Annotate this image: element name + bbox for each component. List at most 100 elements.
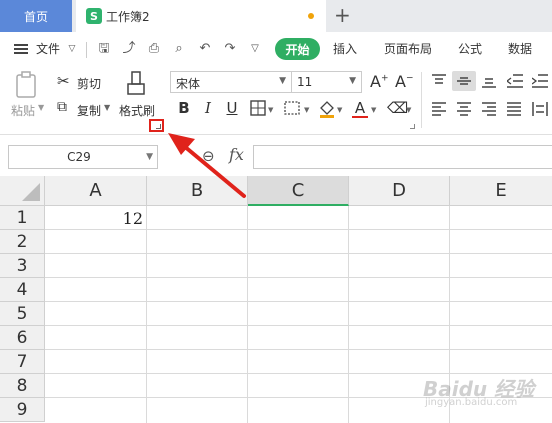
print-icon[interactable]: ⎙: [146, 41, 162, 57]
align-middle-button[interactable]: [452, 71, 476, 91]
column-header-e[interactable]: E: [450, 176, 552, 206]
row-header-5[interactable]: 5: [0, 302, 45, 326]
hamburger-icon[interactable]: [14, 44, 28, 54]
watermark-url: jingyan.baidu.com: [425, 397, 518, 408]
cut-button[interactable]: 剪切: [77, 75, 101, 92]
font-size-select[interactable]: 11 ▼: [292, 71, 362, 93]
decrease-font-icon[interactable]: A−: [395, 72, 414, 91]
row-header-8[interactable]: 8: [0, 374, 45, 398]
row-header-4[interactable]: 4: [0, 278, 45, 302]
clipboard-dialog-launcher-icon[interactable]: [149, 119, 164, 132]
justify-icon[interactable]: [507, 102, 521, 116]
grid-line: [247, 206, 248, 423]
spreadsheet-icon: S: [86, 8, 102, 24]
menu-bar: 文件 ▽ 🖫 ⤴ ⎙ ⌕ ↶ ↷ ▽ 开始 插入 页面布局 公式 数据: [0, 32, 552, 66]
increase-font-icon[interactable]: A+: [370, 72, 389, 91]
row-header-6[interactable]: 6: [0, 326, 45, 350]
column-header-c[interactable]: C: [248, 176, 349, 206]
chevron-down-icon[interactable]: ▽: [64, 41, 80, 57]
format-painter-button[interactable]: 格式刷: [119, 102, 155, 119]
insert-function-button[interactable]: fx: [229, 145, 244, 164]
cell-a1[interactable]: 12: [46, 209, 143, 228]
tab-start[interactable]: 开始: [275, 38, 320, 60]
tab-page-layout[interactable]: 页面布局: [384, 40, 432, 57]
redo-icon[interactable]: ↷: [222, 41, 238, 57]
bold-button[interactable]: B: [176, 98, 192, 118]
align-bottom-icon[interactable]: [482, 74, 496, 88]
name-box[interactable]: C29 ▼: [8, 145, 158, 169]
copy-icon[interactable]: ⧉: [57, 99, 67, 115]
more-icon[interactable]: ▽: [247, 41, 263, 57]
chevron-down-icon[interactable]: ▼: [304, 106, 309, 114]
export-icon[interactable]: ⤴: [121, 41, 137, 57]
cell-reference: C29: [67, 150, 91, 164]
font-color-swatch: [352, 116, 368, 118]
chevron-down-icon[interactable]: ▼: [268, 106, 273, 114]
align-left-icon[interactable]: [432, 102, 446, 116]
chevron-down-icon: ▼: [349, 76, 356, 86]
scissors-icon[interactable]: ✂: [57, 72, 70, 90]
column-header-d[interactable]: D: [349, 176, 450, 206]
row-header-2[interactable]: 2: [0, 230, 45, 254]
distributed-align-icon[interactable]: [532, 102, 548, 116]
row-header-9[interactable]: 9: [0, 398, 45, 422]
select-all-button[interactable]: [0, 176, 45, 206]
zoom-icon[interactable]: ⊖: [202, 147, 215, 165]
format-painter-icon[interactable]: [125, 70, 147, 98]
column-header-b[interactable]: B: [147, 176, 248, 206]
chevron-down-icon[interactable]: ▼: [38, 103, 44, 112]
font-dialog-launcher-icon[interactable]: [410, 124, 415, 129]
print-preview-icon[interactable]: ⌕: [171, 41, 187, 57]
title-bar: 首页 S 工作簿2 +: [0, 0, 552, 32]
copy-button[interactable]: 复制: [77, 102, 101, 119]
tab-start-label: 开始: [285, 42, 310, 57]
fill-style-icon[interactable]: [284, 100, 302, 116]
fill-color-icon[interactable]: [318, 98, 336, 118]
tab-home[interactable]: 首页: [0, 0, 72, 32]
underline-button[interactable]: U: [224, 98, 240, 118]
divider: [421, 72, 422, 128]
align-right-icon[interactable]: [482, 102, 496, 116]
tab-document[interactable]: S 工作簿2: [76, 0, 326, 32]
align-top-icon[interactable]: [432, 74, 446, 88]
grid-line: [45, 349, 552, 350]
grid-line: [45, 277, 552, 278]
chevron-down-icon[interactable]: ▼: [371, 106, 376, 114]
font-color-button[interactable]: A: [352, 98, 368, 118]
paste-label[interactable]: 粘贴: [11, 102, 35, 119]
formula-input[interactable]: [253, 145, 552, 169]
ribbon: 粘贴 ▼ ✂ 剪切 ⧉ 复制 ▼ 格式刷 宋体 ▼ 11 ▼ A+ A− B I…: [0, 66, 552, 134]
row-header-1[interactable]: 1: [0, 206, 45, 230]
undo-icon[interactable]: ↶: [197, 41, 213, 57]
chevron-down-icon[interactable]: ▼: [406, 106, 411, 114]
italic-button[interactable]: I: [200, 98, 216, 118]
tab-data[interactable]: 数据: [508, 40, 532, 57]
tab-insert[interactable]: 插入: [333, 40, 357, 57]
increase-indent-icon[interactable]: [532, 74, 548, 88]
paste-icon[interactable]: [14, 71, 38, 99]
row-header-3[interactable]: 3: [0, 254, 45, 278]
menu-file[interactable]: 文件: [36, 40, 60, 57]
grid-line: [146, 206, 147, 423]
chevron-down-icon[interactable]: ▼: [104, 103, 110, 112]
row-header-7[interactable]: 7: [0, 350, 45, 374]
chevron-down-icon[interactable]: ▼: [337, 106, 342, 114]
grid-line: [45, 325, 552, 326]
select-all-icon: [22, 183, 40, 201]
column-header-a[interactable]: A: [45, 176, 147, 206]
formula-bar: C29 ▼ ⊖ fx: [0, 134, 552, 176]
document-title: 工作簿2: [106, 9, 150, 24]
font-name-select[interactable]: 宋体 ▼: [170, 71, 292, 93]
new-tab-button[interactable]: +: [334, 4, 351, 26]
grid-line: [348, 206, 349, 423]
tab-home-label: 首页: [23, 9, 48, 24]
tab-formula[interactable]: 公式: [458, 40, 482, 57]
save-icon[interactable]: 🖫: [96, 41, 112, 57]
decrease-indent-icon[interactable]: [507, 74, 523, 88]
border-icon[interactable]: [250, 100, 266, 116]
chevron-down-icon: ▼: [146, 152, 153, 162]
align-middle-icon: [457, 77, 471, 85]
align-center-icon[interactable]: [457, 102, 471, 116]
grid-line: [45, 229, 552, 230]
chevron-down-icon: ▼: [279, 76, 286, 86]
